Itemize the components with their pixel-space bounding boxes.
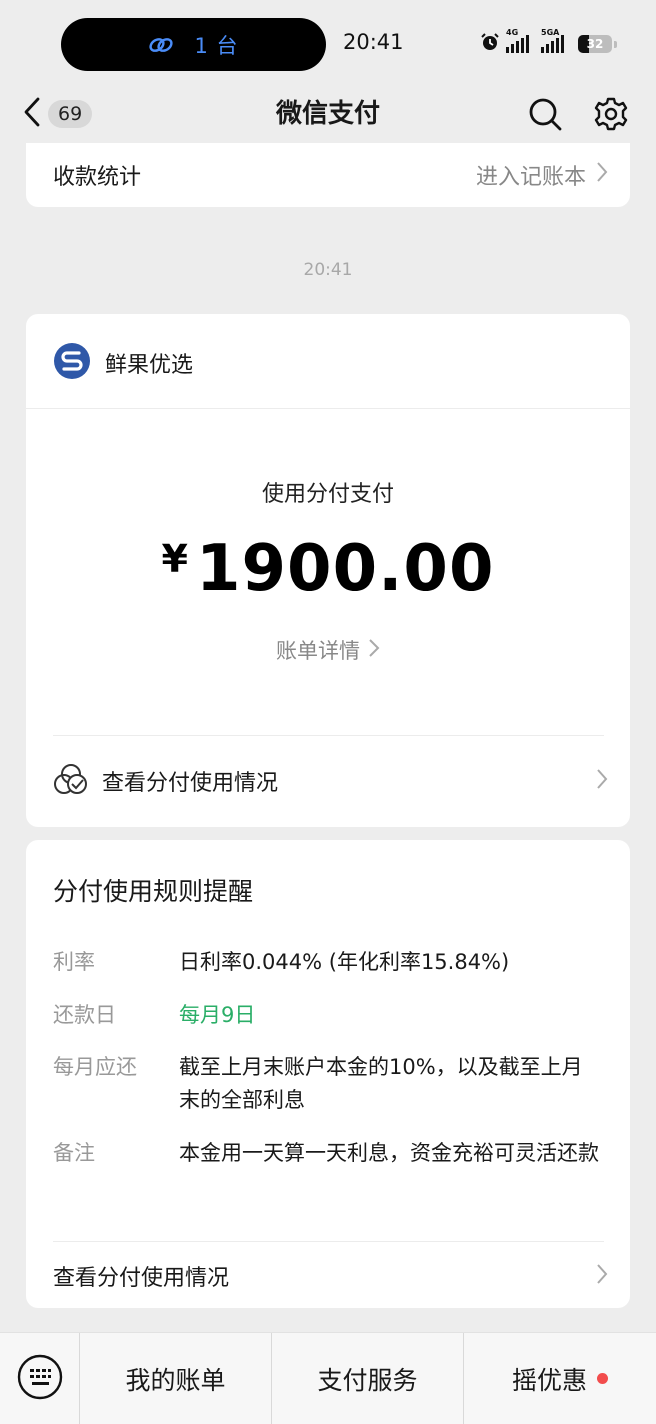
rule-value: 日利率0.044% (年化利率15.84%)	[179, 950, 510, 974]
rule-key: 利率	[53, 950, 95, 974]
alarm-icon	[480, 32, 500, 56]
rule-value: 本金用一天算一天利息，资金充裕可灵活还款	[179, 1141, 599, 1165]
currency-symbol: ¥	[161, 537, 188, 581]
battery-icon: 32	[578, 35, 612, 53]
stats-card[interactable]: 收款统计 进入记账本	[26, 143, 630, 207]
message-timestamp: 20:41	[303, 260, 353, 280]
rule-row-repay-day: 还款日 每月9日	[53, 999, 600, 1032]
payment-services-label: 支付服务	[317, 1365, 418, 1395]
rules-title: 分付使用规则提醒	[53, 877, 254, 906]
rule-key: 备注	[53, 1141, 95, 1165]
my-bills-button[interactable]: 我的账单	[80, 1332, 272, 1424]
island-device-count: 1 台	[194, 33, 239, 58]
chevron-right-icon	[596, 768, 608, 794]
shake-offers-label: 摇优惠	[511, 1365, 587, 1395]
rule-value: 每月9日	[179, 1003, 256, 1027]
divider	[53, 735, 604, 736]
rules-usage-link[interactable]: 查看分付使用情况	[53, 1260, 608, 1292]
rule-value: 截至上月末账户本金的10%，以及截至上月末的全部利息	[179, 1055, 583, 1112]
search-icon[interactable]	[526, 92, 564, 140]
payment-card[interactable]: 鲜果优选 使用分付支付 ¥1900.00 账单详情 查看分付使用情况	[26, 314, 630, 827]
keyboard-icon	[17, 1354, 63, 1404]
shake-offers-button[interactable]: 摇优惠	[464, 1333, 656, 1424]
chevron-right-icon	[596, 1263, 608, 1289]
status-time: 20:41	[343, 30, 404, 54]
payment-amount: ¥1900.00	[26, 532, 630, 606]
gear-icon[interactable]	[591, 92, 631, 140]
link-icon	[148, 34, 174, 56]
divider	[26, 408, 630, 409]
usage-link-row[interactable]: 查看分付使用情况	[53, 762, 608, 800]
nav-bar: 69 微信支付	[0, 88, 656, 150]
rule-key: 每月应还	[53, 1055, 137, 1079]
rule-key: 还款日	[53, 1003, 116, 1027]
amount-value: 1900.00	[195, 532, 495, 606]
chevron-right-icon	[596, 161, 608, 189]
rules-usage-label: 查看分付使用情况	[53, 1266, 230, 1291]
status-bar: 1 台 20:41 4G 5GA 32	[0, 0, 656, 88]
bill-detail-link[interactable]: 账单详情	[26, 635, 630, 665]
signal-4g-icon: 4G	[506, 28, 529, 53]
bottom-menu-bar: 我的账单 支付服务 摇优惠	[0, 1332, 656, 1424]
divider	[53, 1241, 604, 1242]
rule-row-remark: 备注 本金用一天算一天利息，资金充裕可灵活还款	[53, 1137, 600, 1170]
rule-row-monthly-due: 每月应还 截至上月末账户本金的10%，以及截至上月末的全部利息	[53, 1051, 600, 1117]
keyboard-toggle-button[interactable]	[0, 1332, 80, 1424]
installment-check-icon	[53, 762, 89, 800]
rule-row-rate: 利率 日利率0.044% (年化利率15.84%)	[53, 946, 600, 979]
ledger-link[interactable]: 进入记账本	[476, 159, 608, 191]
battery-tip	[614, 40, 617, 48]
ledger-link-label: 进入记账本	[475, 165, 586, 190]
chevron-right-icon	[368, 638, 380, 663]
merchant-logo-icon	[53, 342, 91, 384]
stats-label: 收款统计	[53, 165, 142, 190]
my-bills-label: 我的账单	[125, 1365, 226, 1395]
notification-dot	[597, 1373, 608, 1384]
bill-detail-label: 账单详情	[276, 639, 360, 663]
merchant-header: 鲜果优选	[53, 342, 193, 384]
dynamic-island[interactable]: 1 台	[61, 18, 326, 71]
signal-5ga-icon: 5GA	[541, 28, 564, 53]
status-icons: 4G 5GA 32	[480, 28, 617, 57]
battery-level: 32	[586, 37, 604, 51]
payment-services-button[interactable]: 支付服务	[272, 1332, 464, 1424]
usage-link-label: 查看分付使用情况	[102, 771, 279, 796]
merchant-name: 鲜果优选	[105, 353, 194, 378]
payment-method-label: 使用分付支付	[261, 482, 394, 507]
rules-card: 分付使用规则提醒 利率 日利率0.044% (年化利率15.84%) 还款日 每…	[26, 840, 630, 1308]
